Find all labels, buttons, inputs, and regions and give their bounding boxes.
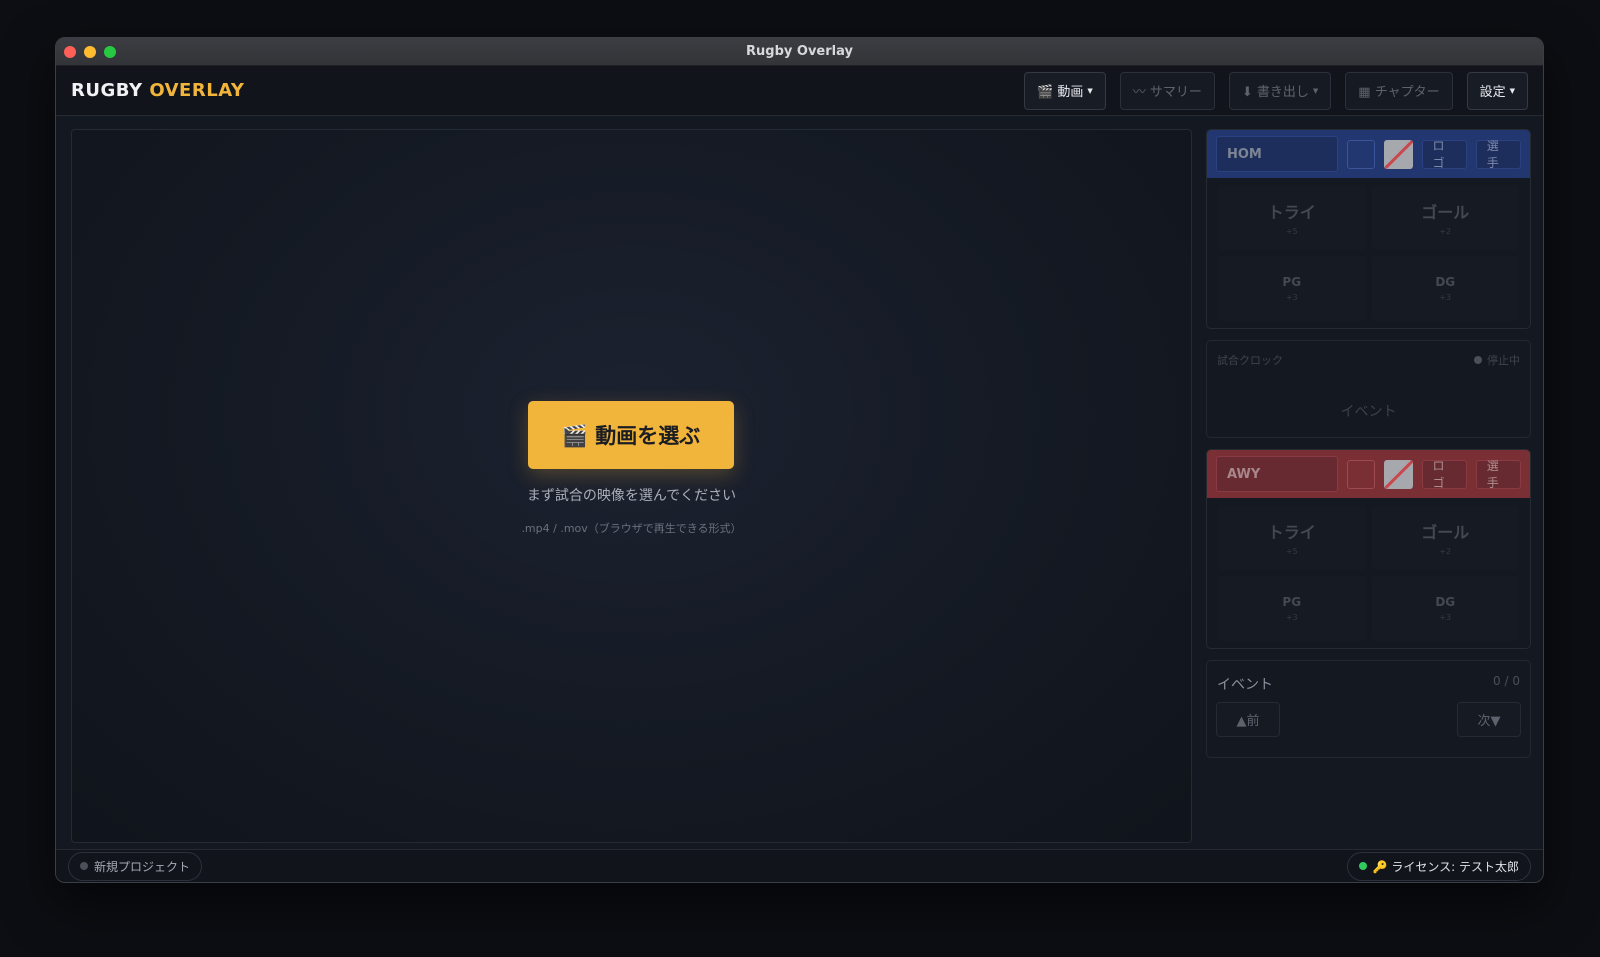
summary-button[interactable]: 〰 サマリー bbox=[1119, 71, 1215, 110]
export-label: ⬇ 書き出し bbox=[1241, 85, 1309, 100]
license-dot-icon bbox=[1358, 862, 1367, 870]
status-dot-icon bbox=[1474, 356, 1482, 364]
window-controls bbox=[64, 46, 116, 58]
video-drop-area[interactable]: 🎬 動画を選ぶ まず試合の映像を選んでください .mp4 / .mov（ブラウザ… bbox=[71, 129, 1192, 843]
score-points: +5 bbox=[1285, 227, 1298, 236]
home-try-button[interactable]: トライ +5 bbox=[1218, 185, 1366, 250]
away-logo-button[interactable]: ロゴ bbox=[1421, 459, 1467, 490]
home-score-buttons: トライ +5 ゴール +2 PG +3 DG +3 bbox=[1207, 178, 1530, 328]
score-label: DG bbox=[1435, 275, 1456, 289]
settings-label: 設定 bbox=[1479, 85, 1506, 100]
toolbar-buttons: 🎬 動画 ▼ 〰 サマリー ⬇ 書き出し ▼ ▦ チャプター 設定 ▼ bbox=[1024, 71, 1528, 110]
summary-label: 〰 サマリー bbox=[1132, 85, 1202, 100]
side-panel: HOM ロゴ 選手 トライ +5 ゴール +2 PG +3 DG +3 試合クロ… bbox=[1206, 129, 1531, 758]
project-dot-icon bbox=[80, 862, 88, 870]
supported-formats: .mp4 / .mov（ブラウザで再生できる形式） bbox=[521, 522, 742, 535]
match-clock-panel: 試合クロック 停止中 イベント bbox=[1206, 340, 1531, 438]
score-points: +5 bbox=[1285, 547, 1298, 556]
home-no-secondary-color[interactable] bbox=[1384, 139, 1413, 169]
clock-status: 停止中 bbox=[1474, 352, 1520, 368]
events-count: 0 / 0 bbox=[1493, 674, 1520, 688]
away-pg-button[interactable]: PG +3 bbox=[1218, 576, 1366, 641]
home-team-header: HOM ロゴ 選手 bbox=[1207, 130, 1530, 178]
clock-status-text: 停止中 bbox=[1487, 354, 1520, 367]
events-panel: イベント 0 / 0 ▲前 次▼ bbox=[1206, 660, 1531, 758]
logo-overlay: OVERLAY bbox=[149, 80, 245, 101]
away-team-panel: AWY ロゴ 選手 トライ +5 ゴール +2 PG +3 DG +3 bbox=[1206, 449, 1531, 649]
home-logo-button[interactable]: ロゴ bbox=[1421, 139, 1467, 170]
clock-event-button[interactable]: イベント bbox=[1207, 401, 1530, 421]
app-window: Rugby Overlay RUGBY OVERLAY 🎬 動画 ▼ 〰 サマリ… bbox=[55, 37, 1544, 883]
caret-down-icon: ▼ bbox=[1312, 86, 1319, 95]
video-menu-label: 🎬 動画 bbox=[1037, 85, 1084, 100]
close-window-button[interactable] bbox=[64, 46, 76, 58]
home-players-button[interactable]: 選手 bbox=[1475, 139, 1521, 170]
score-label: トライ bbox=[1267, 523, 1316, 542]
home-team-name-input[interactable]: HOM bbox=[1216, 136, 1339, 172]
chapter-button[interactable]: ▦ チャプター bbox=[1345, 71, 1453, 110]
away-color-swatch[interactable] bbox=[1347, 459, 1376, 489]
project-name: 新規プロジェクト bbox=[94, 859, 191, 874]
window-title: Rugby Overlay bbox=[746, 44, 853, 59]
score-points: +3 bbox=[1285, 613, 1298, 622]
home-goal-button[interactable]: ゴール +2 bbox=[1371, 185, 1519, 250]
away-goal-button[interactable]: ゴール +2 bbox=[1371, 505, 1519, 570]
score-points: +2 bbox=[1439, 547, 1452, 556]
events-title: イベント bbox=[1217, 677, 1273, 693]
away-score-buttons: トライ +5 ゴール +2 PG +3 DG +3 bbox=[1207, 498, 1530, 648]
away-dg-button[interactable]: DG +3 bbox=[1371, 576, 1519, 641]
score-label: トライ bbox=[1267, 203, 1316, 222]
export-menu-button[interactable]: ⬇ 書き出し ▼ bbox=[1228, 71, 1332, 110]
away-team-header: AWY ロゴ 選手 bbox=[1207, 450, 1530, 498]
home-pg-button[interactable]: PG +3 bbox=[1218, 256, 1366, 321]
status-bar: 新規プロジェクト 🔑 ライセンス: テスト太郎 bbox=[56, 849, 1543, 882]
caret-down-icon: ▼ bbox=[1509, 86, 1515, 95]
logo-rugby: RUGBY bbox=[71, 80, 143, 101]
home-team-panel: HOM ロゴ 選手 トライ +5 ゴール +2 PG +3 DG +3 bbox=[1206, 129, 1531, 329]
toolbar: RUGBY OVERLAY 🎬 動画 ▼ 〰 サマリー ⬇ 書き出し ▼ ▦ チ… bbox=[56, 66, 1543, 116]
project-status-pill[interactable]: 新規プロジェクト bbox=[68, 851, 203, 881]
app-logo: RUGBY OVERLAY bbox=[71, 80, 244, 101]
score-points: +3 bbox=[1285, 293, 1298, 302]
next-event-button[interactable]: 次▼ bbox=[1457, 702, 1521, 737]
minimize-window-button[interactable] bbox=[84, 46, 96, 58]
home-color-swatch[interactable] bbox=[1347, 139, 1376, 169]
caret-down-icon: ▼ bbox=[1087, 86, 1093, 95]
main-area: 🎬 動画を選ぶ まず試合の映像を選んでください .mp4 / .mov（ブラウザ… bbox=[56, 117, 1543, 849]
score-label: ゴール bbox=[1421, 203, 1470, 222]
title-bar: Rugby Overlay bbox=[56, 38, 1543, 66]
maximize-window-button[interactable] bbox=[104, 46, 116, 58]
score-label: PG bbox=[1282, 275, 1302, 289]
prev-event-button[interactable]: ▲前 bbox=[1216, 702, 1280, 737]
license-text: 🔑 ライセンス: テスト太郎 bbox=[1372, 859, 1519, 874]
pick-video-button[interactable]: 🎬 動画を選ぶ bbox=[528, 401, 734, 469]
chapter-label: ▦ チャプター bbox=[1358, 85, 1440, 100]
away-no-secondary-color[interactable] bbox=[1384, 459, 1413, 489]
score-label: DG bbox=[1435, 595, 1456, 609]
pick-video-hint: まず試合の映像を選んでください bbox=[526, 488, 737, 504]
score-label: ゴール bbox=[1421, 523, 1470, 542]
away-players-button[interactable]: 選手 bbox=[1475, 459, 1521, 490]
video-menu-button[interactable]: 🎬 動画 ▼ bbox=[1024, 71, 1106, 110]
match-clock-label: 試合クロック bbox=[1217, 354, 1283, 367]
license-status-pill[interactable]: 🔑 ライセンス: テスト太郎 bbox=[1346, 851, 1531, 881]
score-points: +3 bbox=[1439, 293, 1452, 302]
score-points: +3 bbox=[1439, 613, 1452, 622]
score-label: PG bbox=[1282, 595, 1302, 609]
home-dg-button[interactable]: DG +3 bbox=[1371, 256, 1519, 321]
away-team-name-input[interactable]: AWY bbox=[1216, 456, 1339, 492]
settings-menu-button[interactable]: 設定 ▼ bbox=[1466, 71, 1528, 110]
away-try-button[interactable]: トライ +5 bbox=[1218, 505, 1366, 570]
score-points: +2 bbox=[1439, 227, 1452, 236]
